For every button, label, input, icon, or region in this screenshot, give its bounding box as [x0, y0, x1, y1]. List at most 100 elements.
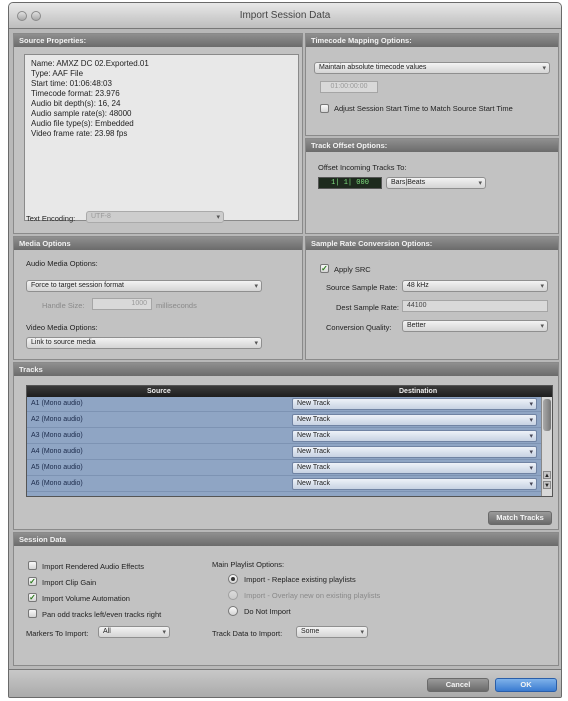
video-media-dropdown[interactable]: Link to source media ▾: [26, 337, 262, 349]
track-source: A1 (Mono audio): [31, 400, 83, 407]
table-row[interactable]: A5 (Mono audio) New Track ▾: [27, 461, 542, 476]
track-destination-value: New Track: [297, 432, 331, 439]
prop-line: Video frame rate: 23.98 fps: [31, 129, 128, 138]
audio-media-label: Audio Media Options:: [26, 259, 98, 268]
src-options-header: Sample Rate Conversion Options:: [306, 237, 558, 250]
match-tracks-button[interactable]: Match Tracks: [488, 511, 552, 525]
timecode-mapping-header: Timecode Mapping Options:: [306, 34, 558, 47]
import-volume-automation-checkbox[interactable]: ✓: [28, 593, 37, 602]
prop-line: Type: AAF File: [31, 69, 84, 78]
import-clip-gain-checkbox[interactable]: ✓: [28, 577, 37, 586]
import-session-data-window: Import Session Data Source Properties: N…: [8, 2, 562, 698]
chevron-down-icon: ▾: [216, 214, 220, 221]
session-data-header: Session Data: [14, 533, 558, 546]
video-media-value: Link to source media: [31, 339, 96, 346]
pan-odd-even-label: Pan odd tracks left/even tracks right: [42, 610, 162, 619]
import-overlay-radio[interactable]: [228, 590, 238, 600]
timecode-field[interactable]: 01:00:00:00: [320, 81, 378, 93]
ok-button[interactable]: OK: [495, 678, 557, 692]
col-source: Source: [147, 388, 171, 395]
chevron-down-icon: ▾: [540, 283, 544, 290]
import-clip-gain-label: Import Clip Gain: [42, 578, 97, 587]
prop-line: Audio bit depth(s): 16, 24: [31, 99, 121, 108]
audio-media-value: Force to target session format: [31, 282, 124, 289]
offset-counter[interactable]: 1| 1| 000: [318, 177, 382, 189]
scroll-down-icon[interactable]: ▼: [543, 481, 551, 489]
timecode-mapping-dropdown[interactable]: Maintain absolute timecode values ▾: [314, 62, 550, 74]
source-rate-value: 48 kHz: [407, 282, 429, 289]
prop-line: Timecode format: 23.976: [31, 89, 120, 98]
do-not-import-radio[interactable]: [228, 606, 238, 616]
chevron-down-icon: ▾: [478, 180, 482, 187]
do-not-import-label: Do Not Import: [244, 607, 291, 616]
chevron-down-icon: ▾: [360, 629, 364, 636]
prop-line: Name: AMXZ DC 02.Exported.01: [31, 59, 149, 68]
source-rate-dropdown[interactable]: 48 kHz ▾: [402, 280, 548, 292]
markers-value: All: [103, 628, 111, 635]
chevron-down-icon: ▾: [540, 323, 544, 330]
import-replace-label: Import - Replace existing playlists: [244, 575, 356, 584]
markers-dropdown[interactable]: All ▾: [98, 626, 170, 638]
import-replace-radio[interactable]: [228, 574, 238, 584]
chevron-down-icon: ▾: [162, 629, 166, 636]
handle-size-field[interactable]: 1000: [92, 298, 152, 310]
adjust-start-time-label: Adjust Session Start Time to Match Sourc…: [334, 104, 513, 113]
tracks-scrollbar[interactable]: ▲ ▼: [541, 397, 552, 496]
text-encoding-dropdown[interactable]: UTF-8 ▾: [86, 211, 224, 223]
chevron-down-icon: ▾: [529, 481, 533, 488]
offset-unit-dropdown[interactable]: Bars|Beats ▾: [386, 177, 486, 189]
scroll-up-icon[interactable]: ▲: [543, 471, 551, 479]
track-source: A4 (Mono audio): [31, 448, 83, 455]
import-rendered-effects-checkbox[interactable]: [28, 561, 37, 570]
chevron-down-icon: ▾: [542, 65, 546, 72]
track-destination-value: New Track: [297, 480, 331, 487]
track-offset-header: Track Offset Options:: [306, 139, 558, 152]
playlist-options-label: Main Playlist Options:: [212, 560, 285, 569]
track-destination-dropdown[interactable]: New Track ▾: [292, 398, 537, 410]
window-title: Import Session Data: [239, 10, 331, 21]
track-destination-dropdown[interactable]: New Track ▾: [292, 414, 537, 426]
track-destination-dropdown[interactable]: New Track ▾: [292, 446, 537, 458]
markers-label: Markers To Import:: [26, 629, 89, 638]
apply-src-checkbox[interactable]: ✓: [320, 264, 329, 273]
track-destination-dropdown[interactable]: New Track ▾: [292, 462, 537, 474]
track-offset-panel: Track Offset Options: Offset Incoming Tr…: [305, 138, 559, 234]
apply-src-label: Apply SRC: [334, 265, 371, 274]
source-properties-header: Source Properties:: [14, 34, 302, 47]
track-destination-value: New Track: [297, 464, 331, 471]
audio-media-dropdown[interactable]: Force to target session format ▾: [26, 280, 262, 292]
table-row[interactable]: A1 (Mono audio) New Track ▾: [27, 397, 542, 412]
track-data-label: Track Data to Import:: [212, 629, 283, 638]
adjust-start-time-checkbox[interactable]: [320, 104, 329, 113]
track-destination-dropdown[interactable]: New Track ▾: [292, 478, 537, 490]
session-data-panel: Session Data Import Rendered Audio Effec…: [13, 532, 559, 666]
cancel-button[interactable]: Cancel: [427, 678, 489, 692]
track-destination-value: New Track: [297, 448, 331, 455]
track-source: A6 (Mono audio): [31, 480, 83, 487]
chevron-down-icon: ▾: [254, 283, 258, 290]
dest-rate-field[interactable]: 44100: [402, 300, 548, 312]
timecode-mapping-panel: Timecode Mapping Options: Maintain absol…: [305, 33, 559, 136]
tracks-header: Tracks: [14, 363, 558, 376]
table-row[interactable]: A4 (Mono audio) New Track ▾: [27, 445, 542, 460]
track-data-dropdown[interactable]: Some ▾: [296, 626, 368, 638]
timecode-mapping-value: Maintain absolute timecode values: [319, 64, 427, 71]
track-source: A2 (Mono audio): [31, 416, 83, 423]
handle-unit-label: milliseconds: [156, 301, 197, 310]
src-options-panel: Sample Rate Conversion Options: ✓ Apply …: [305, 236, 559, 360]
table-row[interactable]: A2 (Mono audio) New Track ▾: [27, 413, 542, 428]
tracks-table: Source Destination A1 (Mono audio) New T…: [26, 385, 553, 497]
source-properties-panel: Source Properties: Name: AMXZ DC 02.Expo…: [13, 33, 303, 234]
chevron-down-icon: ▾: [529, 465, 533, 472]
table-row[interactable]: A6 (Mono audio) New Track ▾: [27, 477, 542, 492]
import-volume-automation-label: Import Volume Automation: [42, 594, 130, 603]
pan-odd-even-checkbox[interactable]: [28, 609, 37, 618]
table-row[interactable]: A3 (Mono audio) New Track ▾: [27, 429, 542, 444]
track-destination-dropdown[interactable]: New Track ▾: [292, 430, 537, 442]
text-encoding-value: UTF-8: [91, 213, 111, 220]
handle-size-label: Handle Size:: [42, 301, 85, 310]
media-options-header: Media Options: [14, 237, 302, 250]
scrollbar-thumb[interactable]: [543, 399, 551, 431]
title-bar: Import Session Data: [9, 3, 561, 29]
quality-dropdown[interactable]: Better ▾: [402, 320, 548, 332]
